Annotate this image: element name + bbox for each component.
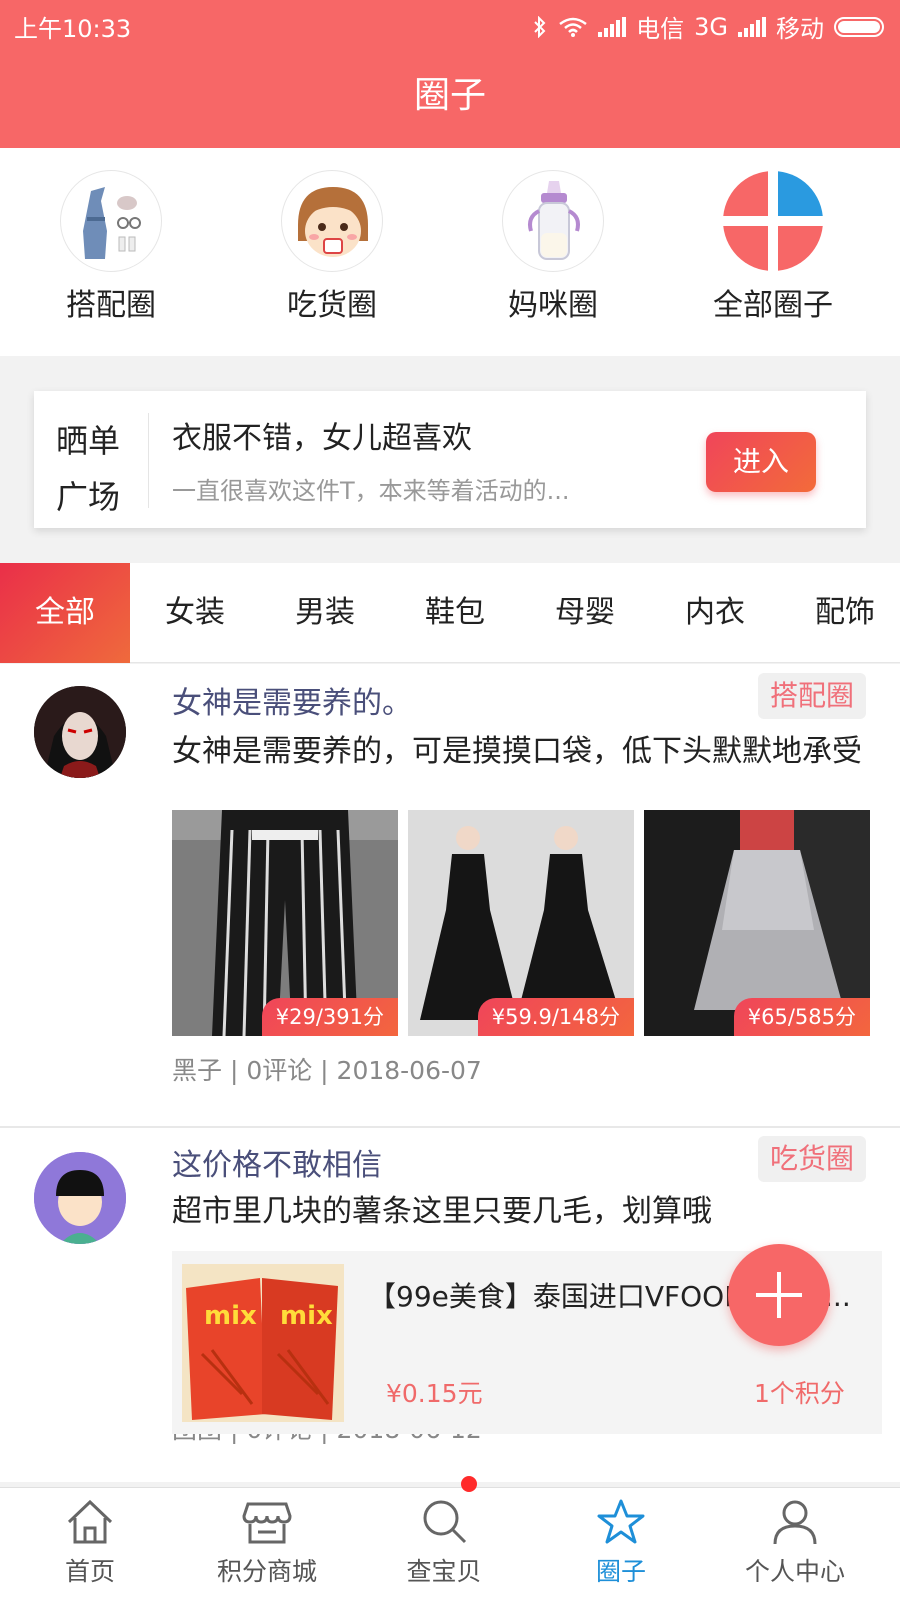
nav-label: 查宝贝 [406,1557,482,1586]
nav-profile[interactable]: 个人中心 [705,1498,885,1588]
product-thumb[interactable]: ¥29/391分 [172,810,398,1036]
network-type: 3G [694,12,728,41]
girl-eating-icon [281,170,383,272]
tab-accessories[interactable]: 配饰 [780,563,900,663]
nav-label: 积分商城 [216,1557,317,1586]
nav-home[interactable]: 首页 [0,1498,180,1588]
product-points: 1个积分 [754,1379,845,1408]
circle-label: 搭配圈 [66,288,156,323]
post-text: 女神是需要养的，可是摸摸口袋，低下头默默地承受 [172,734,862,769]
circle-label: 吃货圈 [287,288,377,323]
tab-men[interactable]: 男装 [260,563,390,663]
page-title: 圈子 [0,48,900,148]
post-meta: 黑子 | 0评论 | 2018-06-07 [172,1056,482,1085]
battery-icon [834,16,884,37]
tab-mother-baby[interactable]: 母婴 [520,563,650,663]
nav-label: 圈子 [595,1557,646,1586]
status-time: 上午10:33 [14,15,132,43]
product-price: ¥0.15元 [386,1379,483,1408]
circle-categories: 搭配圈 吃货圈 妈咪圈 全部圈子 [0,148,900,356]
app-root: 上午10:33 电信 3G 移动 圈子 搭配圈 吃货圈 妈咪圈 全部圈子 晒单 … [0,0,900,1600]
price-badge: ¥29/391分 [261,998,398,1036]
add-post-button[interactable] [728,1244,830,1346]
price-badge: ¥59.9/148分 [477,998,634,1036]
feed-post[interactable]: 女神是需要养的。 搭配圈 女神是需要养的，可是摸摸口袋，低下头默默地承受 ¥29… [0,664,900,1126]
circle-label: 全部圈子 [713,288,833,323]
product-image: mix mix [182,1264,344,1422]
signal-icon [598,16,627,37]
nav-circle[interactable]: 圈子 [531,1498,711,1588]
nav-store[interactable]: 积分商城 [177,1498,357,1588]
svg-text:mix: mix [204,1301,257,1331]
show-plaza-title: 衣服不错，女儿超喜欢 [172,421,472,456]
post-title[interactable]: 这价格不敢相信 [172,1140,382,1184]
signal-icon-2 [738,16,766,37]
avatar[interactable] [34,1152,126,1244]
wifi-icon [559,17,587,37]
circle-mami[interactable]: 妈咪圈 [483,170,623,324]
show-plaza-card[interactable]: 晒单 广场 衣服不错，女儿超喜欢 一直很喜欢这件T，本来等着活动的... 进入 [34,391,866,528]
post-text: 超市里几块的薯条这里只要几毛，划算哦 [172,1194,712,1229]
post-images: ¥29/391分 ¥59.9/148分 ¥65/585分 [172,810,872,1036]
show-plaza-label: 晒单 广场 [56,413,136,525]
all-circles-icon [722,170,824,272]
show-plaza-desc: 一直很喜欢这件T，本来等着活动的... [172,477,570,505]
tab-women[interactable]: 女装 [130,563,260,663]
nav-label: 个人中心 [744,1557,845,1586]
tab-all[interactable]: 全部 [0,563,130,663]
status-bar: 上午10:33 电信 3G 移动 [0,0,900,48]
post-tag[interactable]: 吃货圈 [757,1136,866,1182]
search-icon [423,1500,467,1544]
dress-icon [60,170,162,272]
show-plaza-label-line1: 晒单 [56,422,121,460]
baby-bottle-icon [502,170,604,272]
price-badge: ¥65/585分 [733,998,870,1036]
carrier-2: 移动 [776,15,824,43]
product-thumb[interactable]: ¥59.9/148分 [408,810,634,1036]
nav-label: 首页 [64,1557,115,1586]
circle-all[interactable]: 全部圈子 [703,170,843,324]
circle-dapei[interactable]: 搭配圈 [41,170,181,324]
circle-label: 妈咪圈 [508,288,598,323]
circle-chihuo[interactable]: 吃货圈 [262,170,402,324]
carrier-1: 电信 [636,15,685,43]
nav-search[interactable]: 查宝贝 [354,1498,534,1588]
tab-shoes-bags[interactable]: 鞋包 [390,563,520,663]
notification-dot [461,1476,477,1492]
bluetooth-icon [534,15,546,38]
user-icon [773,1500,817,1545]
tab-underwear[interactable]: 内衣 [650,563,780,663]
product-thumb[interactable]: ¥65/585分 [644,810,870,1036]
status-right: 电信 3G 移动 [532,9,884,44]
divider [148,413,149,508]
post-title[interactable]: 女神是需要养的。 [172,678,412,722]
post-tag[interactable]: 搭配圈 [757,673,866,719]
category-tabs: 全部 女装 男装 鞋包 母婴 内衣 配饰 [0,563,900,663]
enter-button[interactable]: 进入 [706,432,816,492]
show-plaza-label-line2: 广场 [56,478,121,516]
avatar[interactable] [34,686,126,778]
bottom-nav: 首页 积分商城 查宝贝 圈子 个人中心 [0,1476,900,1600]
svg-text:mix: mix [280,1301,333,1331]
star-icon [597,1499,645,1544]
store-icon [242,1502,292,1544]
home-icon [67,1499,113,1544]
